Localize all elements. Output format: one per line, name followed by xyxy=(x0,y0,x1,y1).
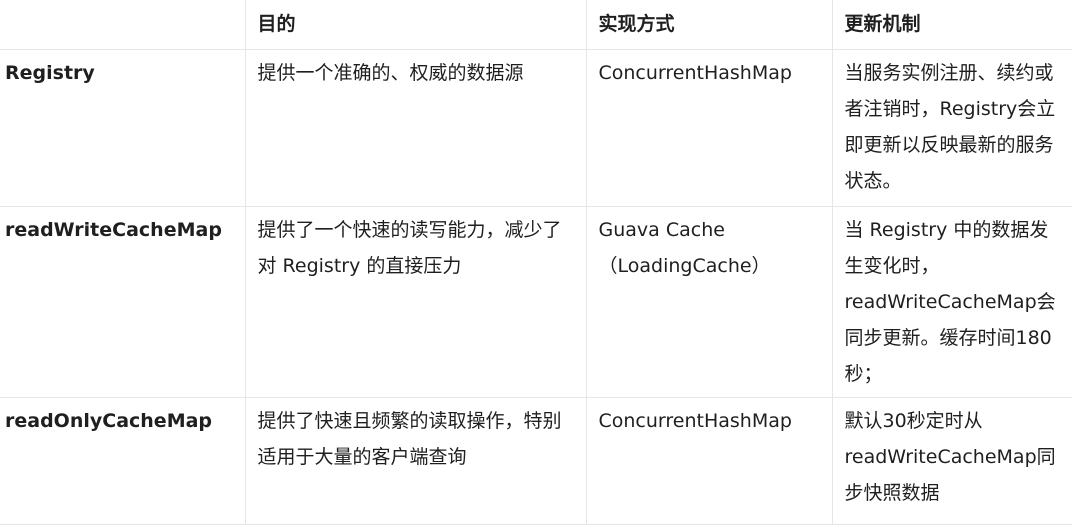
table-row: readWriteCacheMap 提供了一个快速的读写能力，减少了对 Regi… xyxy=(0,206,1072,398)
row-update-cell: 当 Registry 中的数据发生变化时，readWriteCacheMap会同… xyxy=(831,206,1072,398)
table-row: readOnlyCacheMap 提供了快速且频繁的读取操作，特别适用于大量的客… xyxy=(0,397,1072,525)
comparison-table: 目的 实现方式 更新机制 Registry 提供一个准确的、权威的数据源 Con… xyxy=(0,0,1072,525)
row-name-cell: readWriteCacheMap xyxy=(0,206,246,398)
row-purpose-cell: 提供一个准确的、权威的数据源 xyxy=(244,49,587,207)
header-cell-name xyxy=(0,0,246,50)
header-row: 目的 实现方式 更新机制 xyxy=(0,0,1072,50)
table-row: Registry 提供一个准确的、权威的数据源 ConcurrentHashMa… xyxy=(0,49,1072,207)
row-implementation-cell: ConcurrentHashMap xyxy=(585,397,833,525)
header-cell-purpose: 目的 xyxy=(244,0,587,50)
row-update-cell: 默认30秒定时从readWriteCacheMap同步快照数据 xyxy=(831,397,1072,525)
header-cell-implementation: 实现方式 xyxy=(585,0,833,50)
row-name-cell: Registry xyxy=(0,49,246,207)
row-implementation-cell: Guava Cache （LoadingCache） xyxy=(585,206,833,398)
row-purpose-cell: 提供了一个快速的读写能力，减少了对 Registry 的直接压力 xyxy=(244,206,587,398)
row-purpose-cell: 提供了快速且频繁的读取操作，特别适用于大量的客户端查询 xyxy=(244,397,587,525)
row-update-cell: 当服务实例注册、续约或者注销时，Registry会立即更新以反映最新的服务状态。 xyxy=(831,49,1072,207)
row-name-cell: readOnlyCacheMap xyxy=(0,397,246,525)
row-implementation-cell: ConcurrentHashMap xyxy=(585,49,833,207)
header-cell-update: 更新机制 xyxy=(831,0,1072,50)
